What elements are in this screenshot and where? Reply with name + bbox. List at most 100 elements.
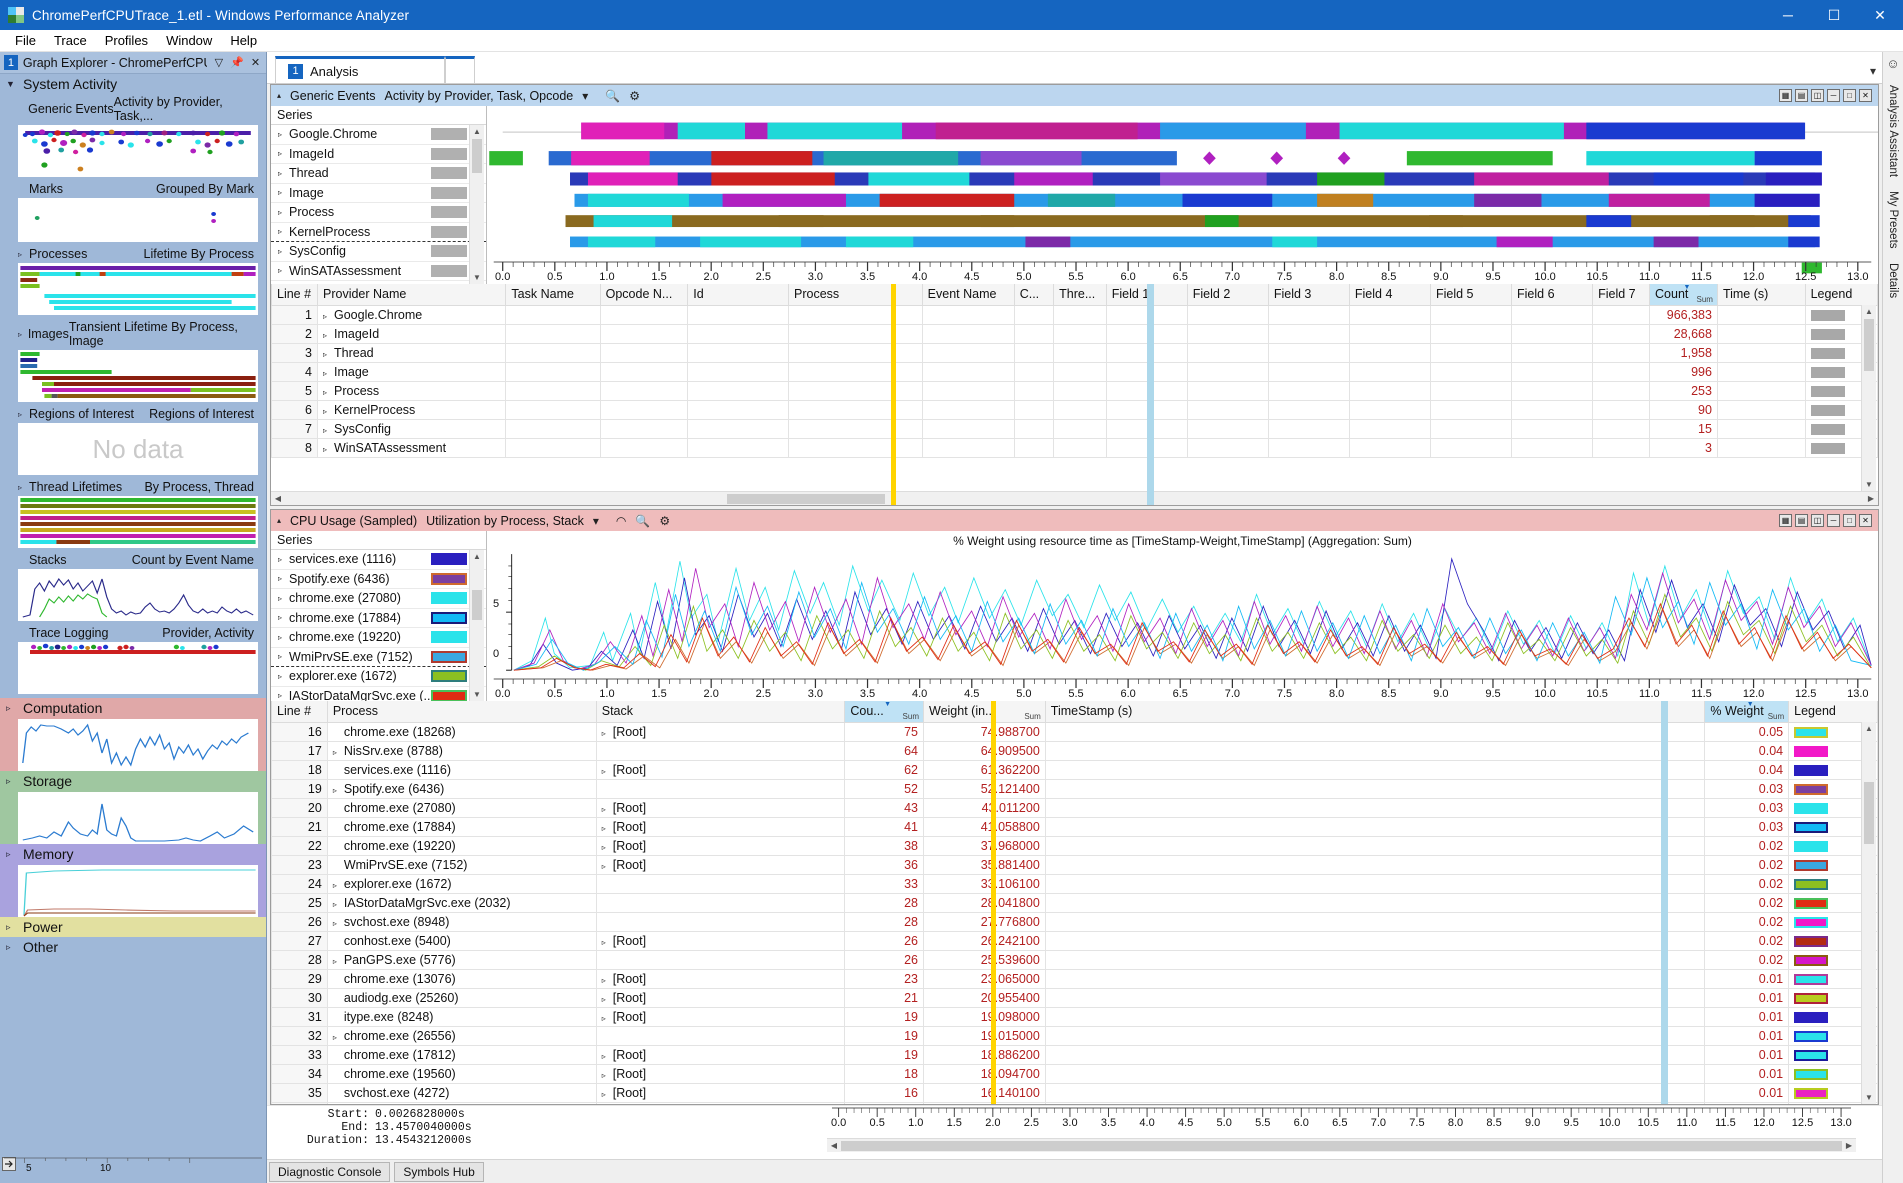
col-field2[interactable]: Field 2: [1186, 284, 1269, 306]
expander-icon[interactable]: ▹: [602, 1052, 613, 1061]
col-process[interactable]: Process: [326, 701, 597, 723]
cell-provider[interactable]: ▹ Image: [316, 361, 507, 382]
view-table-icon[interactable]: ▤: [1795, 514, 1808, 527]
expander-icon[interactable]: ▹: [323, 350, 334, 359]
chevron-down-icon[interactable]: ▾: [593, 514, 599, 528]
table-row[interactable]: 2 ▹ ImageId 28,668: [271, 323, 1878, 344]
expander-icon[interactable]: ▹: [602, 1071, 613, 1080]
chevron-down-icon[interactable]: ▽: [212, 56, 225, 69]
col-field7[interactable]: Field 7: [1592, 284, 1651, 306]
col-id[interactable]: Id: [687, 284, 790, 306]
expander-icon[interactable]: ▹: [278, 149, 289, 158]
collapse-icon[interactable]: ▴: [277, 91, 281, 100]
cell-stack[interactable]: ▹[Root]: [595, 854, 846, 875]
expander-icon[interactable]: ▹: [6, 703, 18, 714]
view-both-icon[interactable]: ◫: [1811, 514, 1824, 527]
scroll-left-icon[interactable]: ◀: [271, 494, 285, 503]
col-weight[interactable]: Weight (in... Sum: [923, 701, 1046, 723]
table-row[interactable]: 3 ▹ Thread 1,958: [271, 342, 1878, 363]
col-field3[interactable]: Field 3: [1267, 284, 1350, 306]
cell-process[interactable]: ▹ explorer.exe (1672): [326, 873, 597, 894]
expander-icon[interactable]: ▹: [278, 691, 289, 700]
expander-icon[interactable]: ▹: [602, 805, 613, 814]
group-header-storage[interactable]: ▹ Storage: [0, 771, 266, 791]
expander-icon[interactable]: ▼: [6, 79, 18, 89]
col-stack[interactable]: Stack: [595, 701, 846, 723]
expander-icon[interactable]: ▹: [602, 767, 613, 776]
col-line[interactable]: Line #: [271, 701, 328, 723]
cell-process[interactable]: ▹ Spotify.exe (6436): [326, 778, 597, 799]
cell-provider[interactable]: ▹ ImageId: [316, 323, 507, 344]
series-scrollbar[interactable]: ▲ ▼: [469, 125, 484, 284]
expander-icon[interactable]: ▹: [333, 900, 344, 909]
symbols-hub-button[interactable]: Symbols Hub: [394, 1161, 484, 1182]
cell-process[interactable]: chrome.exe (13076): [326, 968, 597, 989]
table-row[interactable]: 23 WmiPrvSE.exe (7152) ▹ [Root] 36 35.881…: [271, 854, 1878, 875]
col-opcode[interactable]: Opcode N...: [599, 284, 689, 306]
cell-stack[interactable]: ▹[Root]: [595, 835, 846, 856]
series-row[interactable]: ▹ Spotify.exe (6436): [271, 570, 486, 589]
scroll-right-icon[interactable]: ▶: [1864, 494, 1878, 503]
cell-process[interactable]: chrome.exe (9612): [326, 1101, 597, 1104]
series-list[interactable]: ▹ Google.Chrome ▹ ImageId ▹ Thread ▹ Ima…: [271, 125, 486, 284]
expander-icon[interactable]: ▹: [602, 1090, 613, 1099]
series-row[interactable]: ▹ WmiPrvSE.exe (7152): [271, 648, 486, 667]
series-row[interactable]: ▹ IAStorDataMgrSvc.exe (...: [271, 687, 486, 701]
menu-trace[interactable]: Trace: [45, 31, 96, 50]
cell-stack[interactable]: ▹[Root]: [595, 759, 846, 780]
expander-icon[interactable]: ▹: [18, 410, 29, 419]
view-graph-icon[interactable]: ▦: [1779, 514, 1792, 527]
expander-icon[interactable]: ▹: [602, 995, 613, 1004]
scroll-up-icon[interactable]: ▲: [470, 550, 484, 563]
col-legend[interactable]: Legend: [1804, 284, 1878, 306]
cell-stack[interactable]: [595, 1025, 846, 1046]
close-button[interactable]: ✕: [1857, 0, 1903, 30]
table-row[interactable]: 19 ▹ Spotify.exe (6436) 52 52.121400 0.03: [271, 778, 1878, 799]
view-both-icon[interactable]: ◫: [1811, 89, 1824, 102]
expander-icon[interactable]: ▹: [278, 652, 289, 661]
table-row[interactable]: 28 ▹ PanGPS.exe (5776) 26 25.539600 0.02: [271, 949, 1878, 970]
col-line[interactable]: Line #: [271, 284, 318, 306]
search-icon[interactable]: 🔍: [635, 514, 650, 528]
cell-process[interactable]: WmiPrvSE.exe (7152): [326, 854, 597, 875]
cell-stack[interactable]: [595, 778, 846, 799]
col-timestamp[interactable]: TimeStamp (s): [1044, 701, 1706, 723]
series-row[interactable]: ▹ Google.Chrome: [271, 125, 486, 145]
cell-provider[interactable]: ▹ KernelProcess: [316, 399, 507, 420]
scroll-down-icon[interactable]: ▼: [470, 271, 484, 284]
col-count[interactable]: ▼ Count Sum: [1649, 284, 1718, 306]
expander-icon[interactable]: ▹: [323, 426, 334, 435]
col-count[interactable]: ▼ Cou... Sum: [844, 701, 924, 723]
expander-icon[interactable]: ▹: [323, 312, 334, 321]
cell-stack[interactable]: ▹[Root]: [595, 1082, 846, 1103]
minimize-panel-icon[interactable]: ─: [1827, 89, 1840, 102]
cell-stack[interactable]: [595, 740, 846, 761]
col-field5[interactable]: Field 5: [1429, 284, 1513, 306]
cell-process[interactable]: chrome.exe (17812): [326, 1044, 597, 1065]
series-row[interactable]: ▹ services.exe (1116): [271, 550, 486, 570]
expander-icon[interactable]: ▹: [278, 208, 289, 217]
series-row[interactable]: ▹ explorer.exe (1672): [271, 667, 486, 687]
cell-process[interactable]: audiodg.exe (25260): [326, 987, 597, 1008]
cell-process[interactable]: conhost.exe (5400): [326, 930, 597, 951]
cell-stack[interactable]: [595, 949, 846, 970]
explorer-node-generic-events[interactable]: Generic Events Activity by Provider, Tas…: [0, 94, 266, 181]
thumbnail-computation[interactable]: [18, 719, 258, 771]
cpu-usage-vscrollbar[interactable]: ▲ ▼: [1861, 722, 1876, 1104]
rail-item-analysis-assistant[interactable]: Analysis Assistant: [1887, 85, 1899, 177]
expander-icon[interactable]: ▹: [278, 130, 289, 139]
status-hscrollbar[interactable]: ◀ ▶: [827, 1138, 1856, 1152]
cell-process[interactable]: svchost.exe (4272): [326, 1082, 597, 1103]
series-row[interactable]: ▹ chrome.exe (19220): [271, 628, 486, 648]
table-row[interactable]: 6 ▹ KernelProcess 90: [271, 399, 1878, 420]
expander-icon[interactable]: ▹: [278, 169, 289, 178]
table-row[interactable]: 32 ▹ chrome.exe (26556) 19 19.015000 0.01: [271, 1025, 1878, 1046]
expander-icon[interactable]: ▹: [323, 445, 334, 454]
thumbnail-processes[interactable]: [18, 263, 258, 315]
menu-file[interactable]: File: [6, 31, 45, 50]
col-field4[interactable]: Field 4: [1348, 284, 1431, 306]
series-row[interactable]: ▹ SysConfig: [271, 242, 486, 262]
cell-stack[interactable]: ▹[Root]: [595, 1006, 846, 1027]
col-legend[interactable]: Legend: [1788, 701, 1878, 723]
expander-icon[interactable]: ▹: [333, 1033, 344, 1042]
